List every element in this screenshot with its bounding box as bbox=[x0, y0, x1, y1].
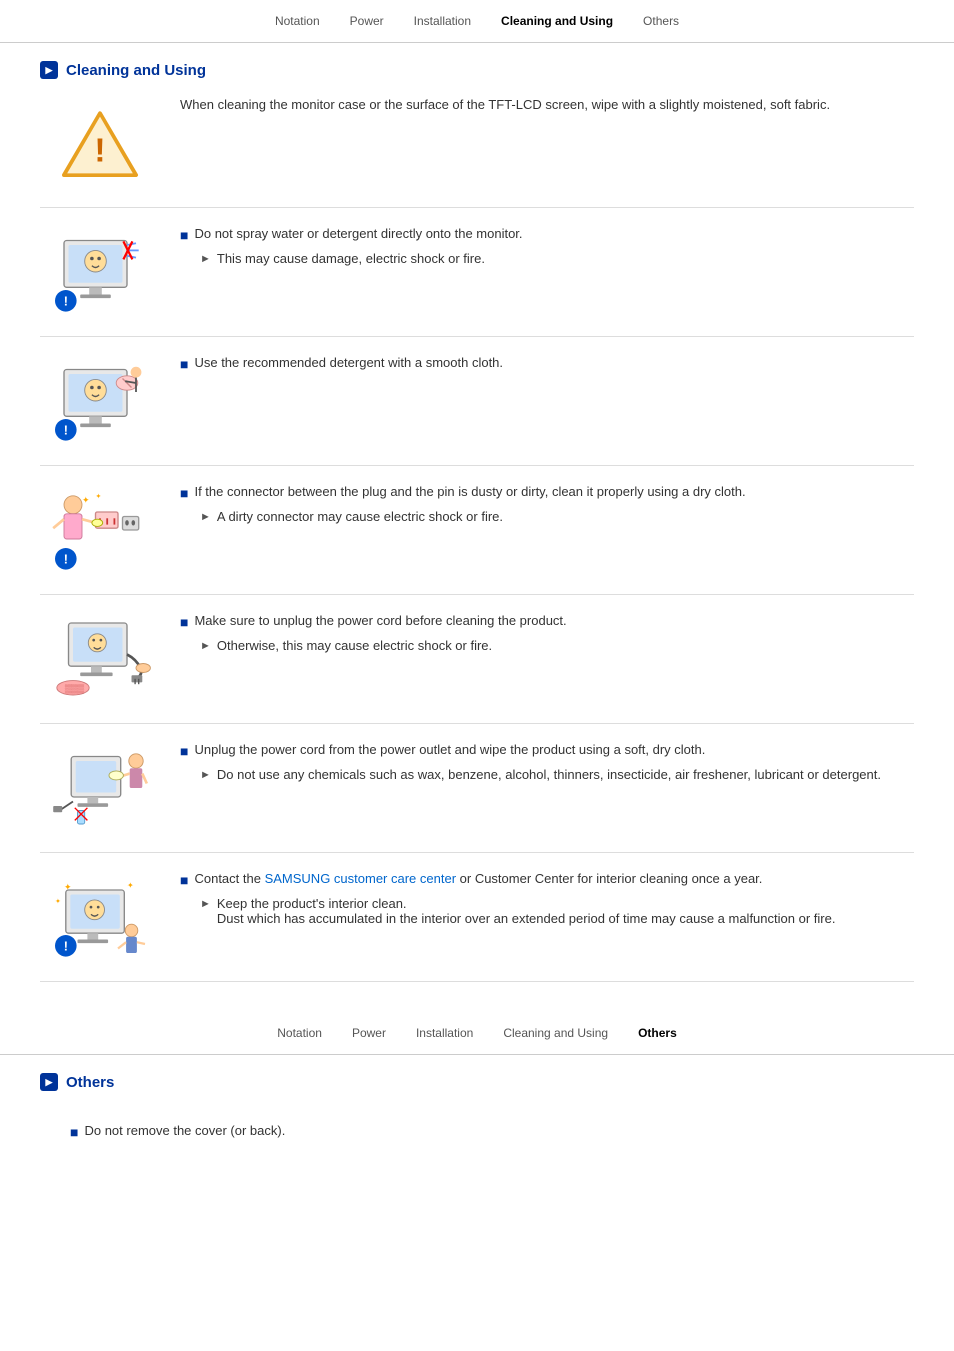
item4-content: ■ Make sure to unplug the power cord bef… bbox=[180, 609, 914, 653]
item1-illustration: ! bbox=[45, 227, 155, 317]
item6-illustration: ✦ ✦ ✦ ! bbox=[45, 872, 155, 962]
svg-text:!: ! bbox=[64, 294, 68, 308]
svg-text:!: ! bbox=[94, 132, 105, 169]
item2-content: ■ Use the recommended detergent with a s… bbox=[180, 351, 914, 380]
svg-text:!: ! bbox=[64, 552, 68, 566]
svg-text:✦: ✦ bbox=[96, 492, 102, 501]
bullet2: ■ bbox=[180, 356, 188, 372]
cleaning-section: Cleaning and Using ! When cleaning the m… bbox=[0, 43, 954, 992]
item4-image: ▒▒▒ bbox=[40, 609, 160, 709]
arrow5: ► bbox=[200, 769, 211, 781]
samsung-link[interactable]: SAMSUNG customer care center bbox=[265, 871, 456, 886]
item2-illustration: ! bbox=[45, 356, 155, 446]
intro-text: When cleaning the monitor case or the su… bbox=[180, 93, 914, 112]
cleaning-item-4: ▒▒▒ ■ Make sure to unplug the power cord… bbox=[40, 594, 914, 723]
arrow4: ► bbox=[200, 640, 211, 652]
nav2-installation[interactable]: Installation bbox=[416, 1026, 473, 1040]
svg-text:✦: ✦ bbox=[64, 882, 72, 892]
nav-installation[interactable]: Installation bbox=[414, 14, 471, 28]
svg-text:✦: ✦ bbox=[82, 495, 90, 505]
others-section-icon bbox=[40, 1073, 58, 1091]
svg-text:!: ! bbox=[64, 939, 68, 953]
item5-illustration bbox=[45, 743, 155, 833]
section-icon bbox=[40, 61, 58, 79]
nav-notation[interactable]: Notation bbox=[275, 14, 320, 28]
cleaning-item-6: ✦ ✦ ✦ ! ■ Contact the SAMSUNG customer c… bbox=[40, 852, 914, 982]
item5-image bbox=[40, 738, 160, 838]
item1-content: ■ Do not spray water or detergent direct… bbox=[180, 222, 914, 266]
nav-others[interactable]: Others bbox=[643, 14, 679, 28]
item4-illustration: ▒▒▒ bbox=[45, 614, 155, 704]
item2-image: ! bbox=[40, 351, 160, 451]
nav-power[interactable]: Power bbox=[350, 14, 384, 28]
bullet6: ■ bbox=[180, 872, 188, 888]
cleaning-item-3: ✦ ✦ ! ■ If the connector between the plu… bbox=[40, 465, 914, 594]
others-title: Others bbox=[40, 1073, 914, 1091]
nav2-power[interactable]: Power bbox=[352, 1026, 386, 1040]
item3-content: ■ If the connector between the plug and … bbox=[180, 480, 914, 524]
cleaning-item-2: ! ■ Use the recommended detergent with a… bbox=[40, 336, 914, 465]
nav-cleaning[interactable]: Cleaning and Using bbox=[501, 14, 613, 28]
warning-triangle-icon: ! bbox=[60, 103, 140, 183]
svg-text:▒▒▒: ▒▒▒ bbox=[65, 683, 85, 694]
svg-text:✦: ✦ bbox=[55, 897, 61, 906]
item3-image: ✦ ✦ ! bbox=[40, 480, 160, 580]
arrow6: ► bbox=[200, 898, 211, 910]
nav2-cleaning[interactable]: Cleaning and Using bbox=[503, 1026, 608, 1040]
arrow1: ► bbox=[200, 253, 211, 265]
svg-text:✦: ✦ bbox=[127, 881, 134, 890]
arrow3: ► bbox=[200, 511, 211, 523]
cleaning-item-5: ■ Unplug the power cord from the power o… bbox=[40, 723, 914, 852]
bullet1: ■ bbox=[180, 227, 188, 243]
item3-illustration: ✦ ✦ ! bbox=[45, 485, 155, 575]
bullet3: ■ bbox=[180, 485, 188, 501]
nav2-notation[interactable]: Notation bbox=[277, 1026, 322, 1040]
others-item1-content: ■ Do not remove the cover (or back). bbox=[40, 1119, 914, 1148]
item6-image: ✦ ✦ ✦ ! bbox=[40, 867, 160, 967]
cleaning-title: Cleaning and Using bbox=[40, 61, 914, 79]
others-section: Others ■ Do not remove the cover (or bac… bbox=[0, 1055, 954, 1172]
bottom-nav-1: Notation Power Installation Cleaning and… bbox=[0, 1012, 954, 1055]
bullet5: ■ bbox=[180, 743, 188, 759]
nav2-others[interactable]: Others bbox=[638, 1026, 677, 1040]
top-nav: Notation Power Installation Cleaning and… bbox=[0, 0, 954, 43]
others-item-1: ■ Do not remove the cover (or back). bbox=[40, 1105, 914, 1162]
svg-text:!: ! bbox=[64, 423, 68, 437]
intro-row: ! When cleaning the monitor case or the … bbox=[40, 93, 914, 207]
warning-image: ! bbox=[40, 93, 160, 193]
item6-content: ■ Contact the SAMSUNG customer care cent… bbox=[180, 867, 914, 926]
bullet4: ■ bbox=[180, 614, 188, 630]
cleaning-item-1: ! ■ Do not spray water or detergent dire… bbox=[40, 207, 914, 336]
others-bullet1: ■ bbox=[70, 1124, 78, 1140]
item5-content: ■ Unplug the power cord from the power o… bbox=[180, 738, 914, 782]
item1-image: ! bbox=[40, 222, 160, 322]
